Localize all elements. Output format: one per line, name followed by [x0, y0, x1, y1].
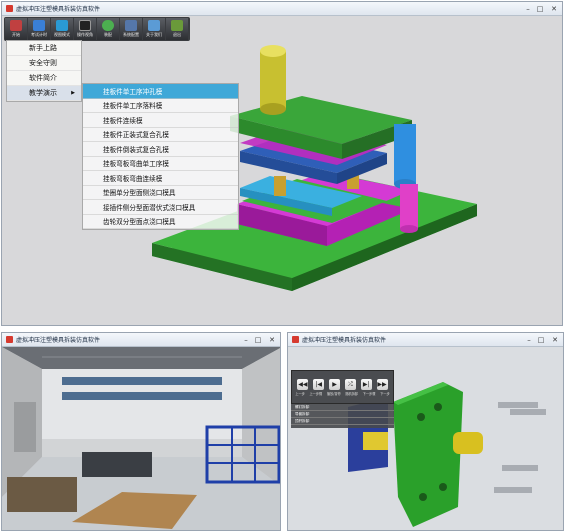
prev-step-icon: |◀ — [315, 381, 323, 388]
workshop-window: 虚拟冲压注塑模具拆装仿真软件 – □ ✕ — [1, 332, 281, 531]
roller-door — [14, 402, 36, 452]
menu-item-safety[interactable]: 安全守则 — [7, 56, 81, 71]
submenu-item[interactable]: 挂板件正装式复合孔模 — [83, 128, 238, 142]
step-list: 螺钉拆卸 导套拆卸 顶杆拆卸 — [291, 404, 394, 428]
toolbar-button-about[interactable]: 关于我们 — [143, 18, 165, 40]
list-item[interactable]: 导套拆卸 — [291, 411, 394, 418]
close-icon[interactable]: ✕ — [264, 333, 280, 346]
scene-window-title: 虚拟冲压注塑模具拆装仿真软件 — [16, 337, 101, 344]
submenu-item[interactable]: 接插件侧分型面潜伏式浇口模具 — [83, 200, 238, 215]
viewer-window-title: 虚拟冲压注塑模具拆装仿真软件 — [302, 337, 387, 344]
viewer-title-bar: 虚拟冲压注塑模具拆装仿真软件 – □ ✕ — [288, 333, 563, 347]
viewer-window: 虚拟冲压注塑模具拆装仿真软件 – □ ✕ ◀◀ |◀ ▶ ⤮ ▶| ▶▶ 上一步… — [287, 332, 564, 531]
close-icon[interactable]: ✕ — [546, 2, 562, 15]
maximize-icon[interactable]: □ — [252, 333, 264, 346]
submenu-item[interactable]: 挂板件倒装式复合孔模 — [83, 142, 238, 157]
menu-item-beginner[interactable]: 新手上路 — [7, 41, 81, 56]
prev-step-button[interactable]: |◀ — [313, 379, 325, 390]
submenu-arrow-icon: ▶ — [71, 90, 75, 96]
close-icon[interactable]: ✕ — [547, 333, 563, 346]
submenu-item[interactable]: 挂板件单工序冲孔模 — [83, 84, 238, 99]
menu-item-intro[interactable]: 软件简介 — [7, 71, 81, 86]
shuffle-icon: ⤮ — [347, 380, 353, 388]
window-controls: – □ ✕ — [523, 333, 563, 346]
demo-submenu: 挂板件单工序冲孔模 挂板件单工序落料模 挂板件连续模 挂板件正装式复合孔模 挂板… — [82, 83, 239, 230]
toolbar-button-start[interactable]: 开始 — [5, 18, 27, 40]
submenu-item[interactable]: 垫圈单分型面侧浇口模具 — [83, 186, 238, 200]
window-controls: – □ ✕ — [240, 333, 280, 346]
rewind-icon: ◀◀ — [298, 381, 308, 388]
main-title-bar: 虚拟冲压注塑模具拆装仿真软件 – □ ✕ — [2, 2, 562, 16]
fast-forward-button[interactable]: ▶▶ — [376, 379, 388, 390]
camera-icon — [79, 20, 91, 31]
maximize-icon[interactable]: □ — [534, 2, 546, 15]
toolbar-button-exam[interactable]: 考试计时 — [28, 18, 50, 40]
minimize-icon[interactable]: – — [523, 333, 535, 346]
toolbar-button-view[interactable]: 视图模式 — [51, 18, 73, 40]
next-step-button[interactable]: ▶| — [360, 379, 372, 390]
toolbar-button-exit[interactable]: 退出 — [166, 18, 188, 40]
window-controls: – □ ✕ — [522, 2, 562, 15]
main-window-title: 虚拟冲压注塑模具拆装仿真软件 — [16, 6, 101, 13]
minimize-icon[interactable]: – — [522, 2, 534, 15]
scene-title-bar: 虚拟冲压注塑模具拆装仿真软件 – □ ✕ — [2, 333, 280, 347]
submenu-item[interactable]: 挂板件连续模 — [83, 113, 238, 128]
yellow-sprue-part — [453, 432, 483, 454]
workbench — [82, 452, 152, 477]
app-icon — [292, 336, 299, 343]
play-icon: ▶ — [332, 381, 337, 388]
rewind-button[interactable]: ◀◀ — [297, 379, 309, 390]
playback-controls: ◀◀ |◀ ▶ ⤮ ▶| ▶▶ 上一步 上一步骤 播放/暂停 随机拆卸 下一步骤… — [291, 370, 394, 404]
app-icon — [6, 336, 13, 343]
die-shank — [260, 51, 286, 109]
submenu-item[interactable]: 挂板弯板弯曲单工序模 — [83, 157, 238, 171]
guide-pillar-pink — [400, 184, 418, 229]
menu-item-demo[interactable]: 教学演示 ▶ — [7, 86, 81, 101]
spring-left — [274, 176, 286, 196]
minimize-icon[interactable]: – — [240, 333, 252, 346]
settings-icon — [125, 20, 137, 31]
main-toolbar: 开始 考试计时 视图模式 操作视角 装配 系统配置 关于我们 退出 — [4, 17, 190, 41]
exam-icon — [33, 20, 45, 31]
app-icon — [6, 5, 13, 12]
main-window: 虚拟冲压注塑模具拆装仿真软件 – □ ✕ 开始 考试计时 视图模式 操作视角 装… — [1, 1, 563, 326]
submenu-item[interactable]: 挂板件单工序落料模 — [83, 99, 238, 113]
toolbar-button-assemble[interactable]: 装配 — [97, 18, 119, 40]
about-icon — [148, 20, 160, 31]
toolbar-button-settings[interactable]: 系统配置 — [120, 18, 142, 40]
assemble-icon — [102, 20, 114, 31]
fast-forward-icon: ▶▶ — [377, 381, 387, 388]
green-plate-part — [393, 382, 463, 527]
guide-pillar-blue — [394, 124, 416, 184]
submenu-item[interactable]: 齿轮双分型面点浇口模具 — [83, 215, 238, 229]
start-menu: 新手上路 安全守则 软件简介 教学演示 ▶ — [6, 40, 82, 102]
submenu-item[interactable]: 挂板弯板弯曲连续模 — [83, 171, 238, 186]
list-item[interactable]: 顶杆拆卸 — [291, 418, 394, 425]
view-icon — [56, 20, 68, 31]
start-icon — [10, 20, 22, 31]
workshop-3d-view[interactable] — [2, 347, 281, 531]
back-windows — [62, 377, 222, 385]
next-step-icon: ▶| — [362, 381, 370, 388]
list-item[interactable]: 螺钉拆卸 — [291, 404, 394, 411]
maximize-icon[interactable]: □ — [535, 333, 547, 346]
shuffle-button[interactable]: ⤮ — [344, 379, 356, 390]
play-button[interactable]: ▶ — [329, 379, 341, 390]
exit-icon — [171, 20, 183, 31]
toolbar-button-camera[interactable]: 操作视角 — [74, 18, 96, 40]
